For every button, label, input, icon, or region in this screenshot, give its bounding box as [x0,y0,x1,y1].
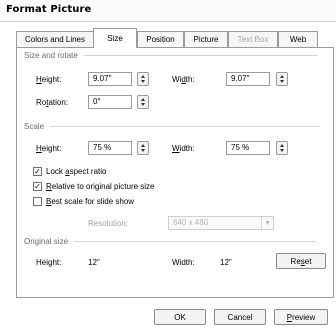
group-divider [83,55,318,56]
chevron-down-icon: ▼ [261,217,273,231]
relative-to-original-checkbox[interactable]: ✓ [33,182,42,191]
original-height-value: 12" [88,258,100,267]
height-spinner[interactable] [137,72,149,86]
width-label: Width: [172,75,195,84]
resolution-value: 640 x 480 [173,218,209,227]
height-input[interactable]: 9.07" [88,72,132,86]
original-size-group: Original size [24,237,317,246]
lock-aspect-ratio-checkbox[interactable]: ✓ [33,167,42,176]
format-picture-dialog: Format Picture Colors and Lines Size Pos… [0,0,336,329]
width-spinner[interactable] [276,72,288,86]
scale-height-label: Height: [36,144,62,153]
group-heading: Original size [24,237,69,246]
best-scale-label: Best scale for slide show [46,197,135,206]
resolution-select: 640 x 480 ▼ [168,216,274,231]
best-scale-checkbox[interactable] [33,197,42,206]
group-heading: Size and rotate [24,51,78,60]
scale-width-label: Width: [172,144,195,153]
group-divider [74,241,317,242]
group-heading: Scale [24,122,45,131]
rotation-label: Rotation: [36,98,69,107]
resolution-label: Resolution: [88,219,129,228]
width-input[interactable]: 9.07" [226,72,270,86]
group-divider [50,126,321,127]
preview-button[interactable]: Preview [274,309,328,325]
scale-height-spinner[interactable] [137,141,149,155]
original-height-label: Height: [36,258,62,267]
scale-group: Scale [24,122,321,131]
scale-width-input[interactable]: 75 % [226,141,270,155]
scale-width-spinner[interactable] [276,141,288,155]
rotation-input[interactable]: 0° [88,95,132,109]
height-label: Height: [36,75,62,84]
reset-button[interactable]: Re s et [276,253,326,269]
ok-button[interactable]: OK [154,309,206,325]
size-and-rotate-group: Size and rotate [24,51,318,60]
rotation-spinner[interactable] [137,95,149,109]
relative-to-original-label: Relative to original picture size [46,182,155,191]
original-width-label: Width: [172,258,195,267]
scale-height-input[interactable]: 75 % [88,141,132,155]
original-width-value: 12" [220,258,232,267]
cancel-button[interactable]: Cancel [214,309,266,325]
lock-aspect-ratio-label: Lock aspect ratio [46,167,107,176]
